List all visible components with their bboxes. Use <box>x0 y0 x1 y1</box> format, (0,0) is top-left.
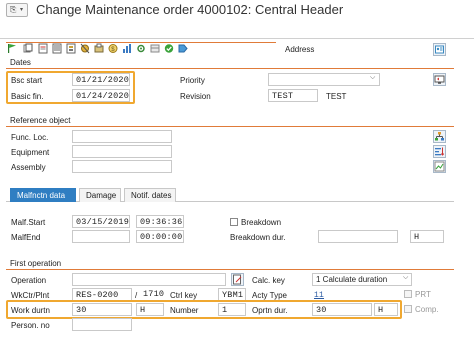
operation-label: Operation <box>11 276 47 285</box>
address-icon <box>435 45 444 54</box>
settings-icon[interactable] <box>136 43 146 54</box>
dates-section-rule <box>6 68 454 69</box>
graphic-icon <box>434 161 445 172</box>
address-button[interactable] <box>433 43 446 56</box>
document-icon[interactable] <box>38 43 48 54</box>
title-bar: ⎘ ▾ Change Maintenance order 4000102: Ce… <box>0 0 474 20</box>
assembly-label: Assembly <box>11 163 46 172</box>
tag-icon[interactable] <box>178 43 188 54</box>
component-icon[interactable] <box>94 43 104 54</box>
dates-section-title: Dates <box>10 58 31 67</box>
func-loc-label: Func. Loc. <box>11 133 49 142</box>
breakdown-label: Breakdown <box>241 218 282 227</box>
malf-start-label: Malf.Start <box>11 218 46 227</box>
graphic-button[interactable] <box>433 160 446 173</box>
tab-malfunction-data[interactable]: Malfnctn data <box>10 188 76 202</box>
plant-separator: / <box>135 291 138 300</box>
assembly-field[interactable] <box>72 160 172 173</box>
reference-section-title: Reference object <box>10 116 71 125</box>
copy-icon[interactable] <box>23 43 33 54</box>
breakdown-dur-field[interactable] <box>318 230 398 243</box>
malf-start-date-field[interactable]: 03/15/2019 <box>72 215 130 228</box>
ctrl-key-label: Ctrl key <box>170 291 198 300</box>
priority-label: Priority <box>180 76 205 85</box>
chevron-down-icon: ▾ <box>20 7 24 13</box>
chart-icon[interactable] <box>122 43 132 54</box>
sort-icon <box>435 147 445 156</box>
prt-label: PRT <box>415 290 431 299</box>
revision-field[interactable]: TEST <box>268 89 318 102</box>
sort-button[interactable] <box>433 145 446 158</box>
operation-text-button[interactable] <box>231 273 244 286</box>
malf-end-date-field[interactable] <box>72 230 130 243</box>
first-operation-section-title: First operation <box>10 259 62 268</box>
comp-label: Comp. <box>415 305 439 314</box>
breakdown-dur-label: Breakdown dur. <box>230 233 286 242</box>
header-left-rule <box>6 42 276 43</box>
cost-icon[interactable]: $ <box>108 43 118 54</box>
malf-start-time-field[interactable]: 09:36:36 <box>136 215 184 228</box>
malf-end-time-field[interactable]: 00:00:00 <box>136 230 184 243</box>
breakdown-checkbox[interactable] <box>230 218 238 226</box>
equipment-label: Equipment <box>11 148 50 157</box>
page-title: Change Maintenance order 4000102: Centra… <box>36 2 344 17</box>
structure-button[interactable] <box>433 130 446 143</box>
screen-icon <box>434 75 445 84</box>
person-no-label: Person. no <box>11 321 50 330</box>
flag-icon[interactable] <box>7 43 17 54</box>
hierarchy-icon <box>435 132 444 141</box>
tab-damage[interactable]: Damage <box>79 188 121 202</box>
address-label: Address <box>285 45 315 54</box>
wkctr-label: WkCtr/Plnt <box>11 291 50 300</box>
reference-section-rule <box>6 126 454 127</box>
menu-button[interactable]: ⎘ ▾ <box>6 3 28 17</box>
list-icon[interactable] <box>52 43 62 54</box>
toolbar-divider <box>0 38 474 39</box>
acty-type-label: Acty Type <box>252 291 287 300</box>
toolbar: $ <box>0 20 474 54</box>
chevron-down-icon[interactable]: ⌵ <box>403 274 408 282</box>
dates-highlight <box>6 71 135 104</box>
person-no-field[interactable] <box>72 318 132 331</box>
acty-type-link[interactable]: 11 <box>314 291 324 300</box>
equipment-field[interactable] <box>72 145 172 158</box>
revision-text: TEST <box>326 92 347 101</box>
material-icon[interactable] <box>80 43 90 54</box>
menu-icon: ⎘ <box>10 5 17 14</box>
network-icon[interactable] <box>66 43 76 54</box>
chevron-down-icon[interactable]: ⌵ <box>370 74 375 82</box>
prt-checkbox[interactable] <box>404 290 412 298</box>
calc-key-label: Calc. key <box>252 276 285 285</box>
check-icon[interactable] <box>164 43 174 54</box>
comp-checkbox[interactable] <box>404 305 412 313</box>
malf-end-label: MalfEnd <box>11 233 41 242</box>
revision-label: Revision <box>180 92 211 101</box>
tab-notif-dates[interactable]: Notif. dates <box>124 188 176 202</box>
priority-select[interactable] <box>268 73 380 86</box>
duration-highlight <box>6 300 402 319</box>
first-operation-section-rule <box>6 269 454 270</box>
operation-field[interactable] <box>72 273 226 286</box>
dates-action-button[interactable] <box>433 73 446 86</box>
func-loc-field[interactable] <box>72 130 172 143</box>
edit-text-icon <box>233 274 242 285</box>
breakdown-dur-unit-field[interactable]: H <box>410 230 444 243</box>
calc-key-select[interactable]: 1 Calculate duration <box>312 273 412 286</box>
object-icon[interactable] <box>150 43 160 54</box>
